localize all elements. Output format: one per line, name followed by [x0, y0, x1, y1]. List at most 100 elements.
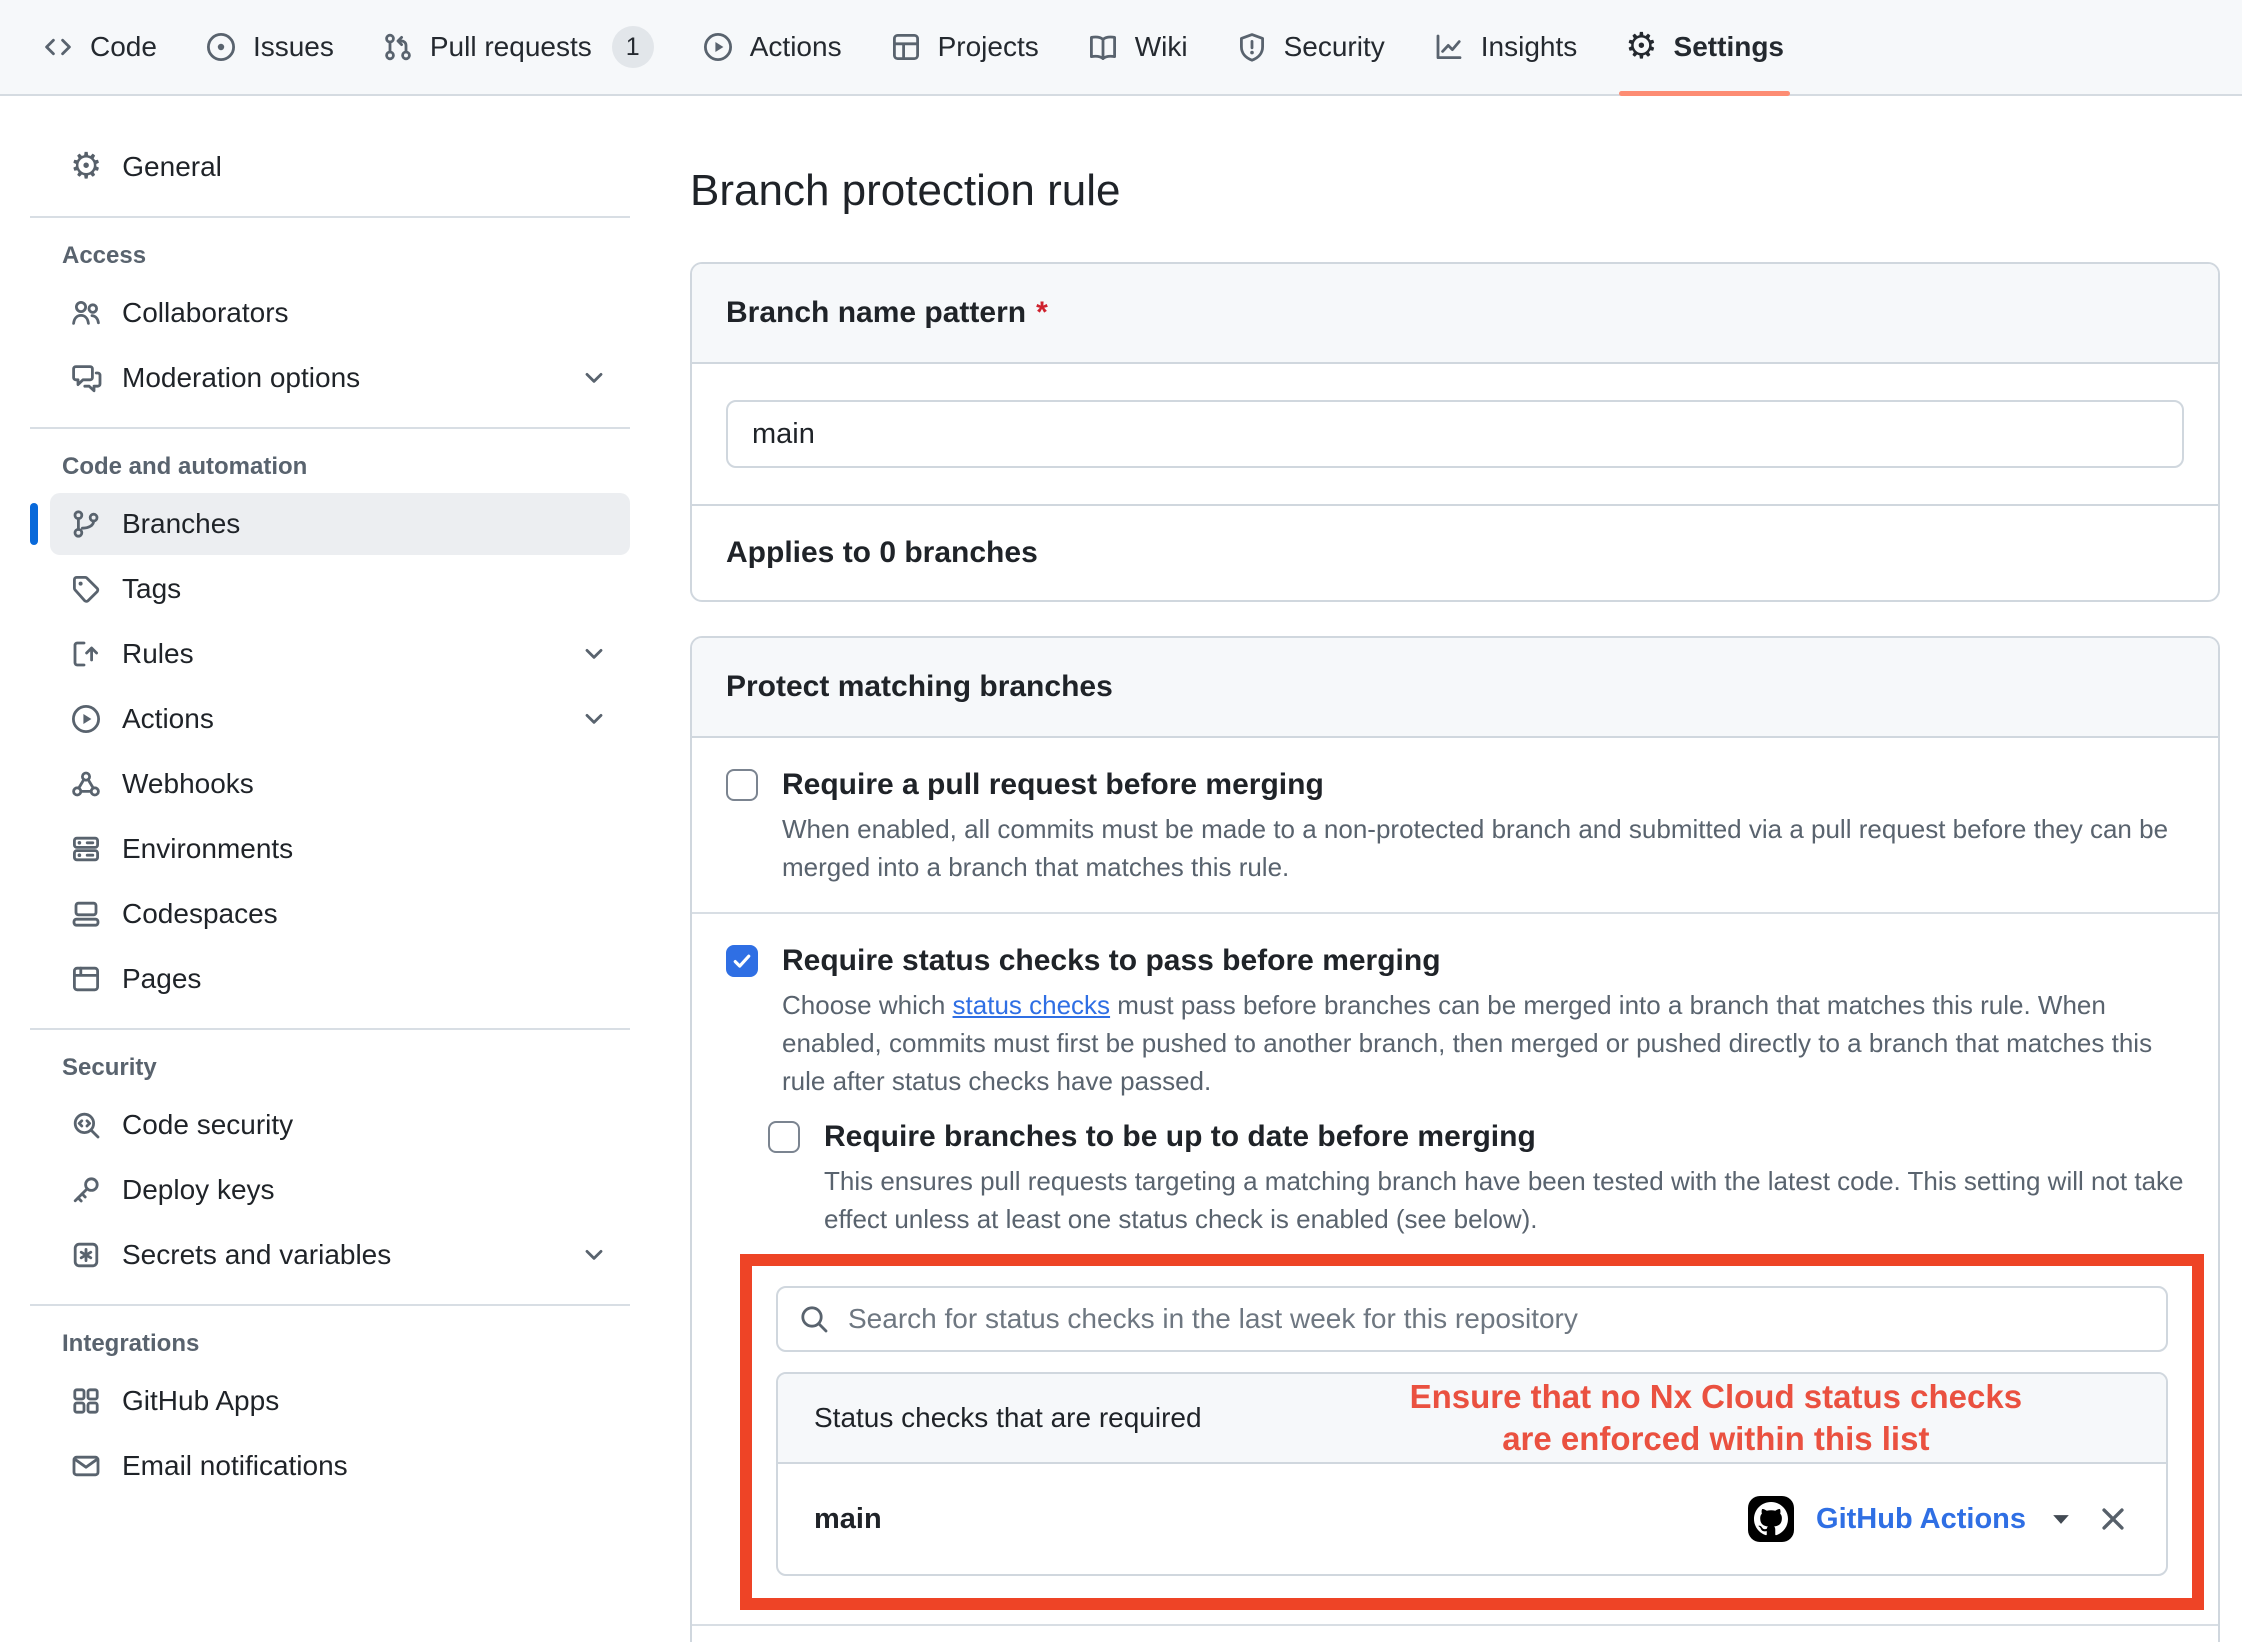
required-status-checks-list: Status checks that are required Ensure t… [776, 1372, 2168, 1576]
status-source-link[interactable]: GitHub Actions [1816, 1503, 2026, 1536]
remove-status-check-icon[interactable] [2096, 1502, 2130, 1536]
protect-card-title: Protect matching branches [726, 670, 1113, 703]
branch-name-pattern-label: Branch name pattern [726, 296, 1026, 329]
status-checks-link[interactable]: status checks [953, 990, 1111, 1020]
sidebar-divider [30, 1028, 630, 1030]
webhook-icon [70, 768, 102, 800]
tag-icon [70, 573, 102, 605]
chevron-down-icon [578, 1239, 610, 1271]
comment-discussion-icon [70, 362, 102, 394]
tab-label: Actions [750, 31, 842, 63]
tab-label: Wiki [1135, 31, 1188, 63]
code-icon [42, 31, 74, 63]
sidebar-item-deploy-keys[interactable]: Deploy keys [50, 1159, 630, 1221]
issue-icon [205, 31, 237, 63]
branch-name-pattern-input[interactable] [726, 400, 2184, 468]
checkbox-description: This ensures pull requests targeting a m… [824, 1162, 2184, 1238]
description-text: Choose which [782, 990, 953, 1020]
sidebar-item-github-apps[interactable]: GitHub Apps [50, 1370, 630, 1432]
mail-icon [70, 1450, 102, 1482]
sidebar-item-branches[interactable]: Branches [50, 493, 630, 555]
table-icon [890, 31, 922, 63]
repo-tab-bar: Code Issues Pull requests 1 Actions Proj… [0, 0, 2242, 96]
sidebar-item-pages[interactable]: Pages [50, 948, 630, 1010]
require-status-checks-checkbox[interactable] [726, 945, 758, 977]
tab-label: Security [1284, 31, 1385, 63]
tab-settings[interactable]: ⚙ Settings [1607, 0, 1802, 94]
codescan-icon [70, 1109, 102, 1141]
github-settings-page: Code Issues Pull requests 1 Actions Proj… [0, 0, 2242, 1642]
sidebar-item-secrets-and-variables[interactable]: Secrets and variables [50, 1224, 630, 1286]
status-check-search-input[interactable] [848, 1303, 2146, 1335]
graph-icon [1433, 31, 1465, 63]
pull-request-icon [382, 31, 414, 63]
sidebar-item-label: Deploy keys [122, 1174, 275, 1206]
tab-code[interactable]: Code [24, 0, 175, 94]
checkbox-label: Require a pull request before merging [782, 764, 2184, 806]
tab-security[interactable]: Security [1218, 0, 1403, 94]
branch-name-card: Branch name pattern* Applies to 0 branch… [690, 262, 2220, 602]
status-check-row: main GitHub Actions [778, 1464, 2166, 1574]
require-status-checks-row: Require status checks to pass before mer… [692, 940, 2218, 1100]
sidebar-item-label: Tags [122, 573, 181, 605]
sidebar-item-moderation-options[interactable]: Moderation options [50, 347, 630, 409]
require-pull-request-checkbox[interactable] [726, 769, 758, 801]
tab-label: Code [90, 31, 157, 63]
sidebar-item-actions[interactable]: Actions [50, 688, 630, 750]
tab-issues[interactable]: Issues [187, 0, 352, 94]
tab-label: Issues [253, 31, 334, 63]
tab-insights[interactable]: Insights [1415, 0, 1596, 94]
server-icon [70, 833, 102, 865]
sidebar-divider [30, 427, 630, 429]
tab-wiki[interactable]: Wiki [1069, 0, 1206, 94]
sidebar-item-rules[interactable]: Rules [50, 623, 630, 685]
sidebar-item-label: Moderation options [122, 362, 360, 394]
tab-projects[interactable]: Projects [872, 0, 1057, 94]
rules-icon [70, 638, 102, 670]
tab-actions[interactable]: Actions [684, 0, 860, 94]
sidebar-item-label: Environments [122, 833, 293, 865]
sidebar-item-email-notifications[interactable]: Email notifications [50, 1435, 630, 1497]
book-icon [1087, 31, 1119, 63]
tab-pull-requests[interactable]: Pull requests 1 [364, 0, 672, 94]
sidebar-item-tags[interactable]: Tags [50, 558, 630, 620]
git-branch-icon [70, 508, 102, 540]
status-check-name: main [814, 1503, 882, 1536]
codespaces-icon [70, 898, 102, 930]
caret-down-icon[interactable] [2048, 1506, 2074, 1532]
sidebar-item-environments[interactable]: Environments [50, 818, 630, 880]
settings-content: Branch protection rule Branch name patte… [660, 96, 2242, 1642]
sidebar-item-collaborators[interactable]: Collaborators [50, 282, 630, 344]
sidebar-item-label: Branches [122, 508, 240, 540]
require-up-to-date-checkbox[interactable] [768, 1121, 800, 1153]
sidebar-item-codespaces[interactable]: Codespaces [50, 883, 630, 945]
annotation-highlight-box: Status checks that are required Ensure t… [740, 1254, 2204, 1610]
status-check-search [776, 1286, 2168, 1352]
sidebar-divider [30, 1304, 630, 1306]
github-logo-icon [1748, 1496, 1794, 1542]
sidebar-item-label: GitHub Apps [122, 1385, 279, 1417]
sidebar-item-label: Rules [122, 638, 194, 670]
checkbox-label: Require branches to be up to date before… [824, 1116, 2184, 1158]
checkbox-description: When enabled, all commits must be made t… [782, 810, 2184, 886]
play-icon [70, 703, 102, 735]
sidebar-item-general[interactable]: ⚙ General [50, 136, 630, 198]
play-icon [702, 31, 734, 63]
status-check-controls: GitHub Actions [1748, 1496, 2130, 1542]
sidebar-item-label: Pages [122, 963, 201, 995]
checkbox-label: Require status checks to pass before mer… [782, 940, 2184, 982]
tab-label: Projects [938, 31, 1039, 63]
sidebar-item-label: Codespaces [122, 898, 278, 930]
sidebar-item-label: Actions [122, 703, 214, 735]
sidebar-item-label: Email notifications [122, 1450, 348, 1482]
page-title: Branch protection rule [690, 166, 2220, 216]
checkbox-description: Choose which status checks must pass bef… [782, 986, 2184, 1100]
sidebar-item-label: General [122, 151, 222, 183]
pull-request-count-badge: 1 [612, 26, 654, 68]
sidebar-item-webhooks[interactable]: Webhooks [50, 753, 630, 815]
sidebar-item-label: Secrets and variables [122, 1239, 391, 1271]
chevron-down-icon [578, 703, 610, 735]
section-divider [692, 1624, 2218, 1626]
sidebar-item-code-security[interactable]: Code security [50, 1094, 630, 1156]
tab-label: Pull requests [430, 31, 592, 63]
